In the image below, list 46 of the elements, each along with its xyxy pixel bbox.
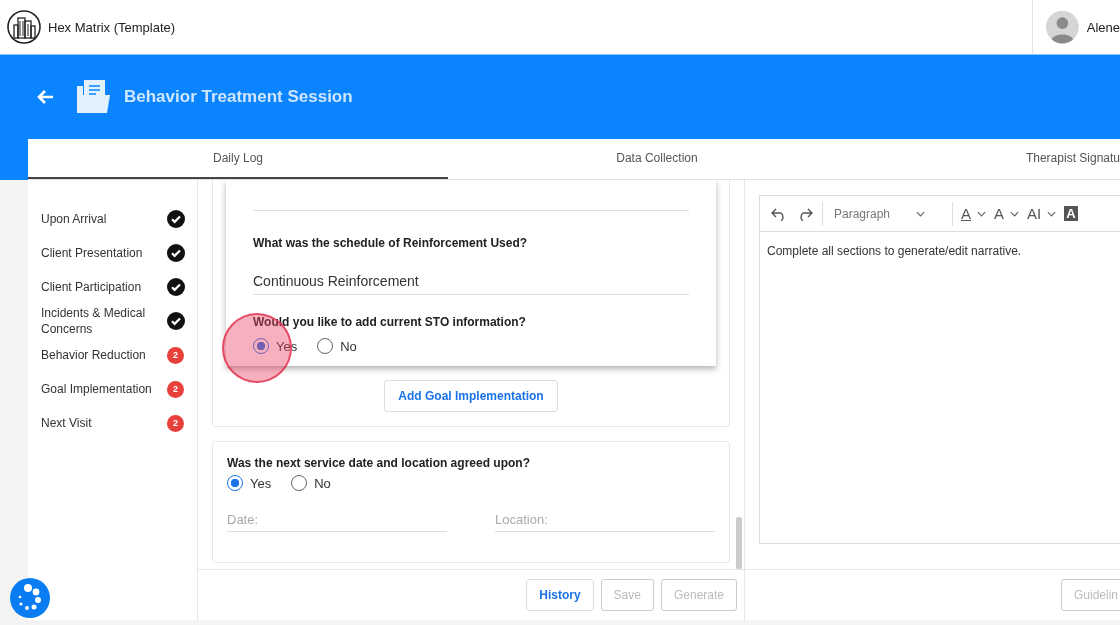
scrollbar-thumb[interactable] bbox=[736, 517, 742, 569]
radio-label: Yes bbox=[250, 475, 272, 491]
sidebar-item[interactable]: Behavior Reduction bbox=[41, 347, 159, 363]
toolbar-button[interactable]: AI bbox=[1027, 205, 1042, 222]
check-circle-icon bbox=[167, 278, 185, 296]
check-circle-icon bbox=[167, 210, 185, 228]
radio-label: No bbox=[340, 338, 357, 354]
radio-button[interactable] bbox=[253, 338, 269, 354]
page-title: Behavior Treatment Session bbox=[124, 87, 353, 107]
radio-label: No bbox=[314, 475, 331, 491]
toolbar-button[interactable]: A bbox=[1064, 206, 1078, 221]
user-name[interactable]: Alene bbox=[1086, 19, 1120, 35]
narrative-text[interactable]: Complete all sections to generate/edit narrative. bbox=[760, 232, 1120, 270]
dots-circle-icon[interactable] bbox=[9, 577, 51, 619]
sidebar-item[interactable]: Incidents & Medical Concerns bbox=[41, 305, 159, 337]
question-label: Would you like to add current STO information? bbox=[253, 315, 527, 329]
back-arrow-icon[interactable] bbox=[36, 89, 54, 105]
count-badge: 2 bbox=[167, 346, 184, 364]
app-title: Hex Matrix (Template) bbox=[48, 19, 176, 35]
chevron-down-icon[interactable] bbox=[1047, 210, 1057, 217]
sidebar-item[interactable]: Goal Implementation bbox=[41, 381, 159, 397]
sidebar-item[interactable]: Next Visit bbox=[41, 415, 159, 431]
footer-button[interactable]: History bbox=[526, 579, 594, 611]
sidebar-item[interactable]: Upon Arrival bbox=[41, 211, 159, 227]
check-circle-icon bbox=[167, 312, 185, 330]
add-goal-button[interactable]: Add Goal Implementation bbox=[384, 380, 558, 412]
toolbar-button[interactable]: A bbox=[961, 205, 971, 222]
avatar-icon[interactable] bbox=[1046, 10, 1079, 44]
chevron-down-icon[interactable] bbox=[916, 210, 926, 217]
sidebar-item[interactable]: Client Participation bbox=[41, 279, 159, 295]
question-label: What was the schedule of Reinforcement Used? bbox=[253, 236, 529, 250]
sidebar-item[interactable]: Client Presentation bbox=[41, 245, 159, 261]
building-logo-icon bbox=[7, 10, 41, 44]
input-field[interactable]: Continuous Reinforcement bbox=[253, 273, 689, 295]
count-badge: 2 bbox=[167, 380, 184, 398]
tab[interactable]: Therapist Signatu bbox=[865, 139, 1120, 179]
chevron-down-icon[interactable] bbox=[1010, 210, 1020, 217]
chevron-down-icon[interactable] bbox=[977, 210, 986, 217]
tab[interactable]: Data Collection bbox=[447, 139, 866, 179]
question-label: Was the next service date and location agreed upon? bbox=[227, 456, 531, 470]
format-dropdown[interactable]: Paragraph bbox=[834, 206, 944, 221]
check-circle-icon bbox=[167, 244, 185, 262]
radio-button[interactable] bbox=[227, 475, 243, 491]
toolbar-button[interactable]: A bbox=[994, 205, 1005, 222]
folder-document-icon bbox=[75, 79, 111, 115]
count-badge: 2 bbox=[167, 414, 184, 432]
